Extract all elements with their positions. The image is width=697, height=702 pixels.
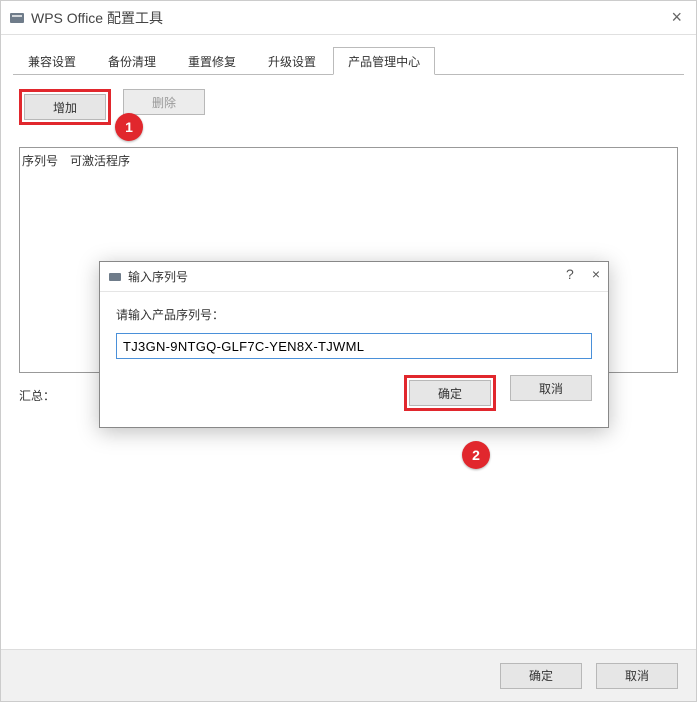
tab-bar: 兼容设置 备份清理 重置修复 升级设置 产品管理中心 (13, 47, 684, 75)
tab-upgrade[interactable]: 升级设置 (253, 47, 331, 75)
modal-cancel-button[interactable]: 取消 (510, 375, 592, 401)
tab-reset[interactable]: 重置修复 (173, 47, 251, 75)
close-icon[interactable]: × (671, 7, 682, 28)
modal-close-icon[interactable]: × (592, 266, 600, 282)
tab-product-center[interactable]: 产品管理中心 (333, 47, 435, 75)
tab-compat[interactable]: 兼容设置 (13, 47, 91, 75)
highlight-add: 增加 (19, 89, 111, 125)
highlight-ok: 确定 (404, 375, 496, 411)
annotation-marker-2: 2 (462, 441, 490, 469)
modal-titlebar: 输入序列号 ? × (100, 262, 608, 292)
main-cancel-button[interactable]: 取消 (596, 663, 678, 689)
app-icon (9, 10, 25, 26)
tab-backup[interactable]: 备份清理 (93, 47, 171, 75)
window-title: WPS Office 配置工具 (31, 8, 163, 28)
modal-controls: ? × (566, 266, 600, 282)
main-window: WPS Office 配置工具 × 兼容设置 备份清理 重置修复 升级设置 产品… (0, 0, 697, 702)
main-ok-button[interactable]: 确定 (500, 663, 582, 689)
add-button[interactable]: 增加 (24, 94, 106, 120)
titlebar: WPS Office 配置工具 × (1, 1, 696, 35)
serial-prompt: 请输入产品序列号： (116, 306, 592, 323)
list-header: 序列号 可激活程序 (20, 148, 677, 174)
modal-title: 输入序列号 (128, 268, 188, 285)
toolbar: 增加 删除 1 (19, 89, 678, 125)
footer: 确定 取消 (1, 649, 696, 701)
serial-input[interactable] (116, 333, 592, 359)
column-serial: 序列号 (22, 152, 70, 169)
annotation-marker-1: 1 (115, 113, 143, 141)
help-icon[interactable]: ? (566, 266, 574, 282)
modal-icon (108, 270, 122, 284)
modal-buttons: 确定 取消 (116, 375, 592, 411)
modal-ok-button[interactable]: 确定 (409, 380, 491, 406)
modal-body: 请输入产品序列号： 确定 取消 (100, 292, 608, 427)
serial-input-dialog: 输入序列号 ? × 请输入产品序列号： 确定 取消 (99, 261, 609, 428)
delete-button: 删除 (123, 89, 205, 115)
column-activatable: 可激活程序 (70, 152, 675, 169)
